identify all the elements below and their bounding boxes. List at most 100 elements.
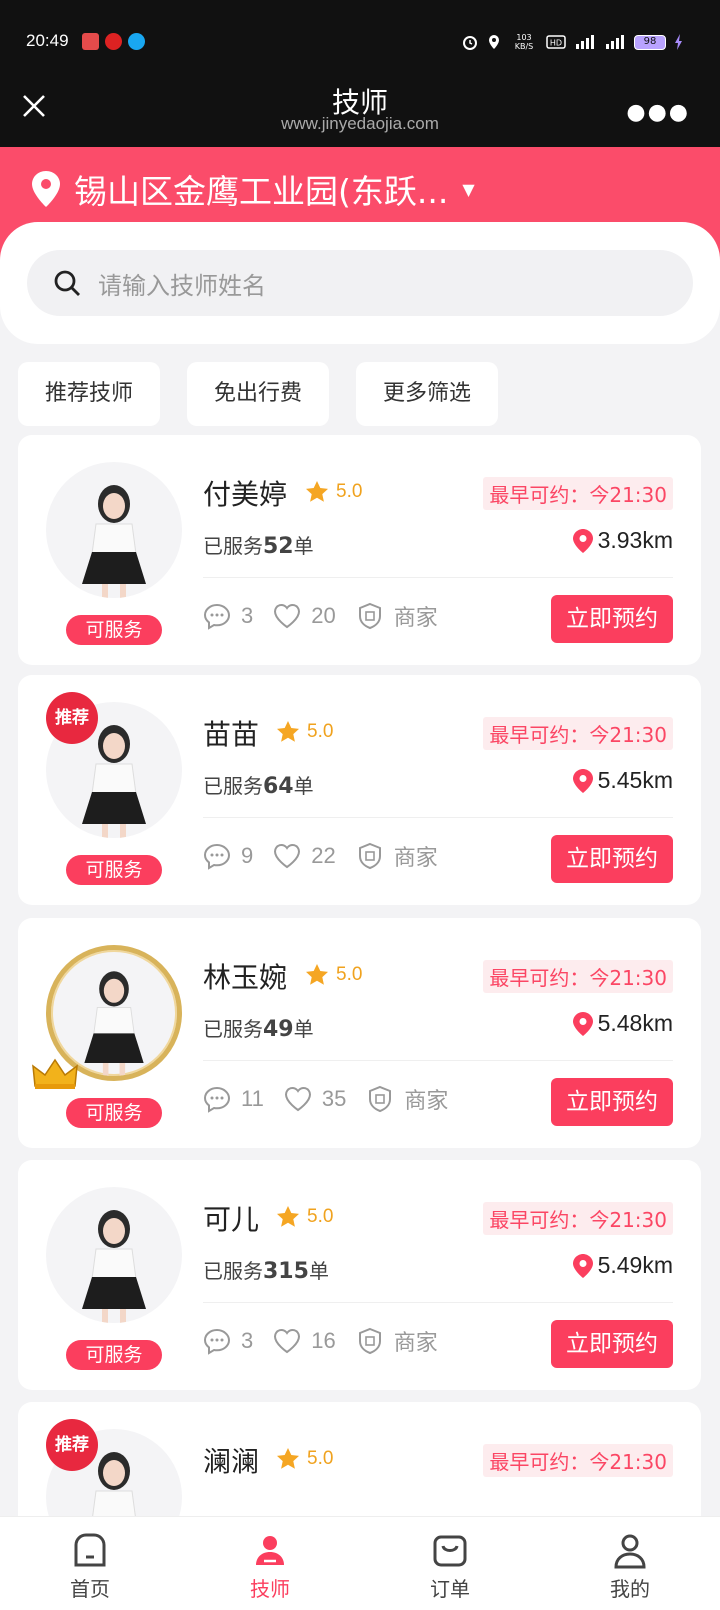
qq-app-icon [128, 33, 145, 50]
served-prefix: 已服务 [203, 1259, 263, 1283]
distance-value: 5.49km [597, 1252, 673, 1278]
filter-free-travel[interactable]: 免出行费 [187, 362, 330, 426]
comment-icon [203, 843, 231, 870]
star-icon [277, 1206, 299, 1227]
served-count: 已服务64单 [203, 770, 314, 799]
rating-value: 5.0 [307, 721, 334, 742]
chevron-down-icon: ▼ [462, 179, 475, 199]
merchant-label: 商家 [393, 1330, 438, 1355]
divider [203, 1060, 673, 1061]
available-badge: 可服务 [66, 1340, 162, 1370]
technician-card[interactable]: 可服务 林玉婉 5.0 最早可约：今21:30 已服务49单 5.48km 11 35 商家 立即… [18, 918, 701, 1148]
available-badge: 可服务 [66, 855, 162, 885]
technician-name: 付美婷 [203, 478, 288, 511]
order-bag-icon [433, 1535, 467, 1567]
technician-card[interactable]: 推荐可服务 苗苗 5.0 最早可约：今21:30 已服务64单 5.45km 9 22 商家 立即… [18, 675, 701, 905]
like-count: 22 [311, 843, 336, 868]
distance-value: 5.48km [597, 1010, 673, 1036]
signal-5g-icon [576, 35, 594, 49]
recommend-badge: 推荐 [46, 692, 98, 744]
served-suffix: 单 [293, 1017, 314, 1041]
merchant-shield-icon [358, 842, 381, 870]
served-prefix: 已服务 [203, 774, 263, 798]
merchant-label: 商家 [393, 605, 438, 630]
like-count: 35 [321, 1086, 347, 1111]
search-icon [54, 270, 80, 296]
rating-value: 5.0 [307, 1206, 334, 1227]
distance-pin-icon [572, 528, 593, 553]
search-panel: 请输入技师姓名 [0, 222, 720, 344]
home-icon [74, 1533, 106, 1567]
nav-technician-label: 技师 [250, 1577, 290, 1601]
available-badge: 可服务 [66, 615, 162, 645]
stats-row: 11 35 商家 [203, 1083, 448, 1115]
nav-home[interactable]: 首页 [0, 1517, 180, 1610]
book-now-button[interactable]: 立即预约 [551, 1078, 673, 1126]
distance: 5.48km [572, 1010, 673, 1037]
alarm-icon [463, 36, 477, 50]
served-prefix: 已服务 [203, 1017, 263, 1041]
technician-card[interactable]: 可服务 可儿 5.0 最早可约：今21:30 已服务315单 5.49km 3 16 商家 立即预… [18, 1160, 701, 1390]
technician-name: 苗苗 [203, 718, 260, 751]
comment-count: 11 [241, 1086, 264, 1111]
comment-icon [203, 1328, 231, 1355]
status-bar: 20:49 103 KB/S HD 98 [0, 0, 720, 82]
search-placeholder: 请输入技师姓名 [98, 271, 266, 300]
filter-more[interactable]: 更多筛选 [356, 362, 499, 426]
served-count: 已服务49单 [203, 1013, 314, 1042]
like-count: 16 [311, 1328, 336, 1353]
avatar[interactable] [46, 462, 182, 598]
book-now-button[interactable]: 立即预约 [551, 595, 673, 643]
earliest-available: 最早可约：今21:30 [483, 717, 673, 750]
nav-order[interactable]: 订单 [360, 1517, 540, 1610]
served-suffix: 单 [293, 534, 314, 558]
rating: 5.0 [304, 479, 362, 505]
comment-count: 9 [241, 843, 254, 868]
book-now-button[interactable]: 立即预约 [551, 1320, 673, 1368]
heart-icon [274, 1328, 301, 1354]
technician-card[interactable]: 可服务 付美婷 5.0 最早可约：今21:30 已服务52单 3.93km 3 20 商家 立即预… [18, 435, 701, 665]
nav-order-label: 订单 [430, 1577, 470, 1601]
served-number: 49 [263, 1017, 294, 1042]
heart-icon [274, 603, 301, 629]
divider [203, 1302, 673, 1303]
filter-bar: 推荐技师 免出行费 更多筛选 [18, 362, 499, 426]
star-icon [277, 1448, 299, 1469]
status-indicators: 103 KB/S HD 98 [462, 33, 684, 51]
comment-icon [203, 603, 231, 630]
nav-technician[interactable]: 技师 [180, 1517, 360, 1610]
merchant-shield-icon [358, 1327, 381, 1355]
technician-photo [82, 1210, 146, 1323]
distance-pin-icon [572, 1011, 593, 1036]
star-icon [306, 481, 328, 502]
location-status-icon [489, 35, 499, 49]
book-now-button[interactable]: 立即预约 [551, 835, 673, 883]
divider [203, 817, 673, 818]
technician-icon [256, 1536, 284, 1565]
comment-icon [203, 1086, 231, 1113]
rating-value: 5.0 [336, 481, 363, 502]
avatar[interactable] [46, 1187, 182, 1323]
nav-mine-label: 我的 [610, 1577, 650, 1601]
served-number: 52 [263, 534, 294, 559]
heart-icon [274, 843, 301, 869]
news-app-icon [82, 33, 99, 50]
nav-mine[interactable]: 我的 [540, 1517, 720, 1610]
location-selector[interactable]: 锡山区金鹰工业园(东跃... ▼ [30, 165, 475, 213]
charging-icon [675, 34, 682, 50]
stats-row: 3 20 商家 [203, 600, 438, 632]
earliest-available: 最早可约：今21:30 [483, 1202, 673, 1235]
served-prefix: 已服务 [203, 534, 263, 558]
distance: 5.45km [572, 767, 673, 794]
technician-name: 澜澜 [203, 1445, 260, 1478]
distance-value: 5.45km [597, 767, 673, 793]
location-pin-icon [32, 171, 60, 207]
search-input[interactable]: 请输入技师姓名 [27, 250, 693, 316]
profile-icon [614, 1534, 646, 1569]
stats-row: 3 16 商家 [203, 1325, 438, 1357]
filter-recommended[interactable]: 推荐技师 [18, 362, 161, 426]
merchant-label: 商家 [393, 845, 438, 870]
rating: 5.0 [304, 962, 362, 988]
more-icon[interactable]: ●●● [626, 100, 690, 125]
distance-value: 3.93km [597, 527, 673, 553]
